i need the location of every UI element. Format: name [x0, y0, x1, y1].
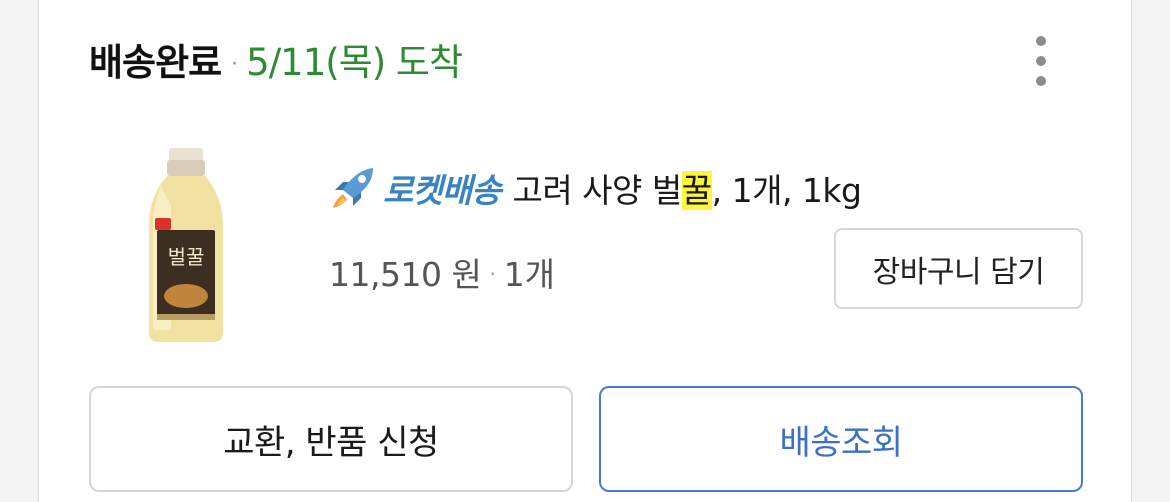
product-quantity: 1개 [503, 255, 556, 294]
header-separator: · [231, 52, 239, 77]
product-price: 11,510 원 [329, 255, 482, 294]
product-thumbnail[interactable]: 벌꿀 [131, 146, 241, 346]
rocket-icon [333, 168, 373, 208]
add-to-cart-button[interactable]: 장바구니 담기 [834, 228, 1083, 309]
track-delivery-button[interactable]: 배송조회 [599, 386, 1083, 492]
rocket-delivery-badge: 로켓배송 [383, 171, 501, 210]
product-title-row[interactable]: 로켓배송 고려 사양 벌꿀, 1개, 1kg [329, 164, 862, 212]
order-card: 배송완료 · 5/11(목) 도착 벌꿀 로켓배송 고려 사양 벌꿀, 1개, … [38, 0, 1132, 502]
price-row: 11,510 원 · 1개 [329, 248, 555, 296]
more-vertical-icon[interactable] [1029, 36, 1053, 86]
thumbnail-label: 벌꿀 [168, 245, 205, 269]
product-name-part: 고려 사양 벌 [512, 171, 682, 210]
arrival-date: 5/11(목) 도착 [246, 41, 463, 84]
return-request-button[interactable]: 교환, 반품 신청 [89, 386, 573, 492]
product-name-part: , 1개, 1kg [711, 171, 862, 210]
order-header: 배송완료 · 5/11(목) 도착 [89, 32, 463, 86]
product-name: 고려 사양 벌꿀, 1개, 1kg [512, 164, 862, 212]
search-highlight: 꿀 [681, 171, 712, 210]
delivery-status: 배송완료 [89, 41, 222, 84]
price-separator: · [489, 262, 496, 286]
